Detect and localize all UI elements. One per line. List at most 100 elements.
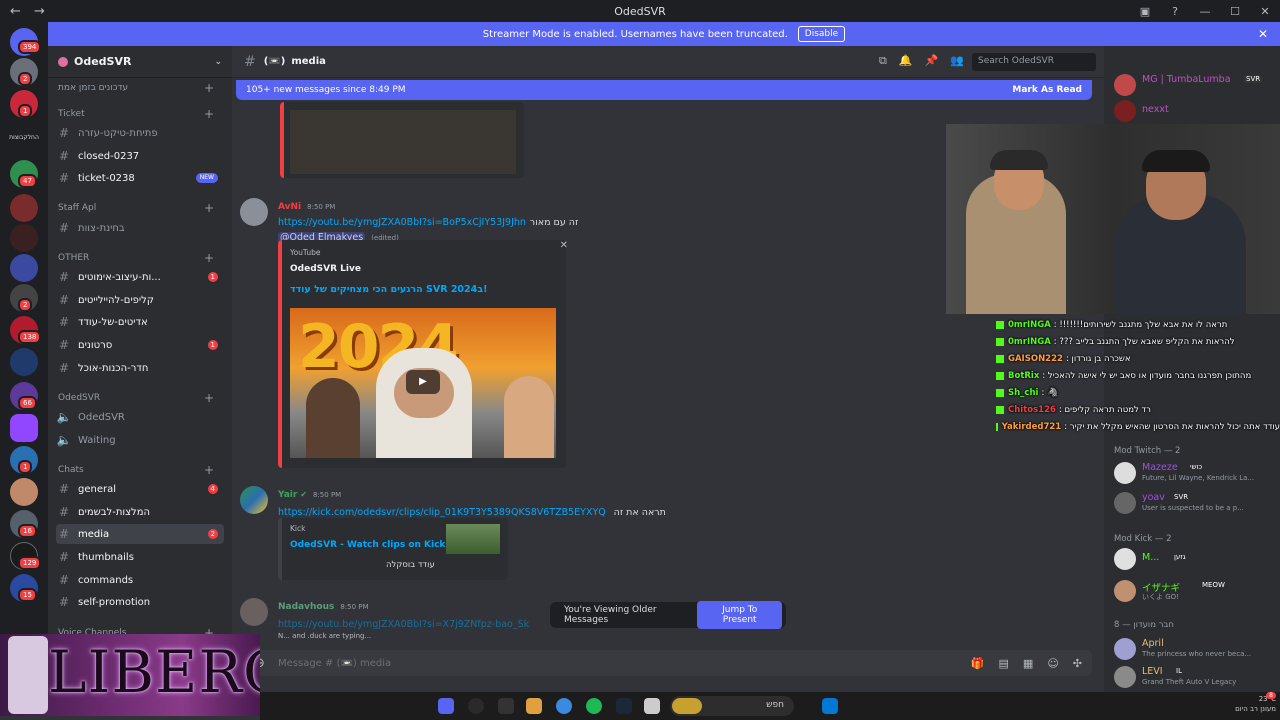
pin-icon[interactable]: 📌 xyxy=(925,54,939,68)
search-input[interactable]: Search OdedSVR xyxy=(972,53,1096,71)
gift-icon[interactable]: 🎁 xyxy=(971,657,985,670)
youtube-embed: YouTube OdedSVR Live הרגעים הכי מצחיקים … xyxy=(278,240,568,468)
category-staff[interactable]: Staff Apl + xyxy=(50,198,218,218)
chrome-taskbar-icon[interactable] xyxy=(556,698,572,714)
embed-title[interactable]: OdedSVR - Watch clips on Kick xyxy=(290,540,445,550)
media-player-taskbar-icon[interactable] xyxy=(468,698,484,714)
emoji-icon[interactable]: ☺ xyxy=(1047,657,1058,670)
jump-to-present-button[interactable]: Jump To Present xyxy=(697,601,782,629)
file-explorer-taskbar-icon[interactable] xyxy=(644,698,660,714)
channel-closed[interactable]: # closed-0237 xyxy=(56,146,224,166)
channel-edits[interactable]: # אדיטים-של-עודד xyxy=(56,312,224,332)
threads-icon[interactable]: ⧉ xyxy=(879,54,887,68)
members-icon[interactable]: 👥 xyxy=(950,54,964,68)
server-icon[interactable] xyxy=(10,224,38,252)
add-channel-icon[interactable]: + xyxy=(204,81,214,95)
channel-ticket[interactable]: # ticket-0238 NEW xyxy=(56,168,224,188)
close-button[interactable]: ✕ xyxy=(1250,5,1280,18)
close-icon[interactable]: ✕ xyxy=(1258,27,1268,41)
channel-videos[interactable]: # סרטונים 1 xyxy=(56,335,224,355)
twitch-server-icon[interactable] xyxy=(10,414,38,442)
message-link[interactable]: https://youtu.be/ymgJZXA0BbI?si=X7j9ZNfp… xyxy=(278,619,529,630)
steam-taskbar-icon[interactable] xyxy=(616,698,632,714)
app-taskbar-icon[interactable] xyxy=(526,698,542,714)
disable-button[interactable]: Disable xyxy=(797,26,846,42)
kick-icon xyxy=(996,337,1004,346)
message-link[interactable]: https://youtu.be/ymgJZXA0BbI?si=BoP5xCjI… xyxy=(278,217,526,228)
server-icon[interactable] xyxy=(10,478,38,506)
voice-channel-oded[interactable]: 🔈 OdedSVR xyxy=(56,407,224,427)
speaker-icon: 🔈 xyxy=(56,410,72,424)
channel-food[interactable]: # חדר-הכנות-אוכל xyxy=(56,358,224,378)
channel-self-promotion[interactable]: # self-promotion xyxy=(56,592,224,612)
channel-media[interactable]: # media 2 xyxy=(56,524,224,544)
bell-icon[interactable]: 🔔 xyxy=(899,54,913,68)
add-channel-icon[interactable]: + xyxy=(204,107,214,121)
channel-label: סרטונים xyxy=(78,339,113,351)
channel-clips[interactable]: # קליפים-להיילייטים xyxy=(56,290,224,310)
username[interactable]: Nadavhous xyxy=(278,602,334,612)
avatar[interactable] xyxy=(240,598,268,626)
channel-thumbnails[interactable]: # thumbnails xyxy=(56,547,224,567)
username[interactable]: AvNi xyxy=(278,202,301,212)
sticker-icon[interactable]: ▦ xyxy=(1023,657,1033,670)
app-taskbar-icon[interactable] xyxy=(498,698,514,714)
member-row[interactable]: M... גזען xyxy=(1112,546,1276,572)
inbox-icon[interactable]: ▣ xyxy=(1130,5,1160,18)
category-other[interactable]: OTHER + xyxy=(50,248,218,268)
voice-channel-waiting[interactable]: 🔈 Waiting xyxy=(56,430,224,450)
channel-recommendations[interactable]: # המלצות-לבשמים xyxy=(56,502,224,522)
member-row[interactable]: LEVI IL Grand Theft Auto V Legacy xyxy=(1112,664,1276,690)
chevron-down-icon[interactable]: ⌄ xyxy=(214,57,222,67)
discord-taskbar-icon[interactable] xyxy=(438,698,454,714)
help-icon[interactable]: ? xyxy=(1160,5,1190,18)
minimize-button[interactable]: — xyxy=(1190,5,1220,18)
embed-title[interactable]: הרגעים הכי מצחיקים של עודד SVR ב2024! xyxy=(290,284,487,295)
server-icon[interactable] xyxy=(10,254,38,282)
member-row[interactable]: MG | TumbaLumba SVR xyxy=(1112,72,1276,98)
timestamp: 8:50 PM xyxy=(313,491,342,499)
add-channel-icon[interactable]: + xyxy=(204,251,214,265)
channel-team[interactable]: # בחינת-צוות xyxy=(56,218,224,238)
play-icon[interactable]: ▶ xyxy=(406,370,440,394)
category-chats[interactable]: Chats + xyxy=(50,460,218,480)
channel-design[interactable]: # ות-עיצוב-אימוטים... 1 xyxy=(56,267,224,287)
apps-icon[interactable]: ✣ xyxy=(1073,657,1082,670)
message-link[interactable]: https://kick.com/odedsvr/clips/clip_01K9… xyxy=(278,507,606,518)
clip-thumbnail[interactable] xyxy=(446,524,500,554)
spotify-taskbar-icon[interactable] xyxy=(586,698,602,714)
video-thumbnail[interactable]: 2024 ▶ xyxy=(290,308,556,458)
member-row[interactable]: Mazeze כושי Future, Lil Wayne, Kendrick La… xyxy=(1112,460,1276,486)
kick-icon xyxy=(996,371,1004,380)
gif-icon[interactable]: ▤ xyxy=(999,657,1009,670)
category-updates[interactable]: עדכונים בזמן אמת + xyxy=(50,78,218,98)
add-channel-icon[interactable]: + xyxy=(204,201,214,215)
username[interactable]: Yair xyxy=(278,490,297,500)
windows-start-icon[interactable] xyxy=(822,698,838,714)
add-channel-icon[interactable]: + xyxy=(204,391,214,405)
embed-author[interactable]: OdedSVR Live xyxy=(290,264,361,274)
message-input[interactable]: ⊕ Message # (📼) media 🎁 ▤ ▦ ☺ ✣ xyxy=(244,650,1092,676)
server-badge: 138 xyxy=(18,330,42,344)
category-ticket[interactable]: Ticket + xyxy=(50,104,218,124)
server-icon[interactable] xyxy=(10,194,38,222)
mark-as-read-button[interactable]: Mark As Read xyxy=(1012,85,1082,95)
channel-ticket-help[interactable]: # פתיחת-טיקט-עזרה xyxy=(56,123,224,143)
channel-general[interactable]: # general 4 xyxy=(56,479,224,499)
avatar[interactable] xyxy=(240,198,268,226)
close-icon[interactable]: ✕ xyxy=(560,240,568,251)
add-channel-icon[interactable]: + xyxy=(204,463,214,477)
maximize-button[interactable]: ☐ xyxy=(1220,5,1250,18)
avatar[interactable] xyxy=(240,486,268,514)
server-icon[interactable] xyxy=(10,348,38,376)
member-row[interactable]: yoav SVR User is suspected to be a p... xyxy=(1112,490,1276,516)
new-messages-bar[interactable]: 105+ new messages since 8:49 PM Mark As … xyxy=(236,80,1092,100)
server-header[interactable]: OdedSVR ⌄ xyxy=(48,46,232,78)
category-voice-oded[interactable]: OdedSVR + xyxy=(50,388,218,408)
previous-video-thumbnail[interactable] xyxy=(290,110,516,174)
channel-commands[interactable]: # commands xyxy=(56,570,224,590)
guild-folder-label[interactable]: החלקבוצות xyxy=(2,134,46,141)
member-row[interactable]: nexxt xyxy=(1112,98,1276,124)
member-row[interactable]: April The princess who never beca... xyxy=(1112,636,1276,662)
member-row[interactable]: イザナギ MEOW いくよ GO! xyxy=(1112,578,1276,604)
